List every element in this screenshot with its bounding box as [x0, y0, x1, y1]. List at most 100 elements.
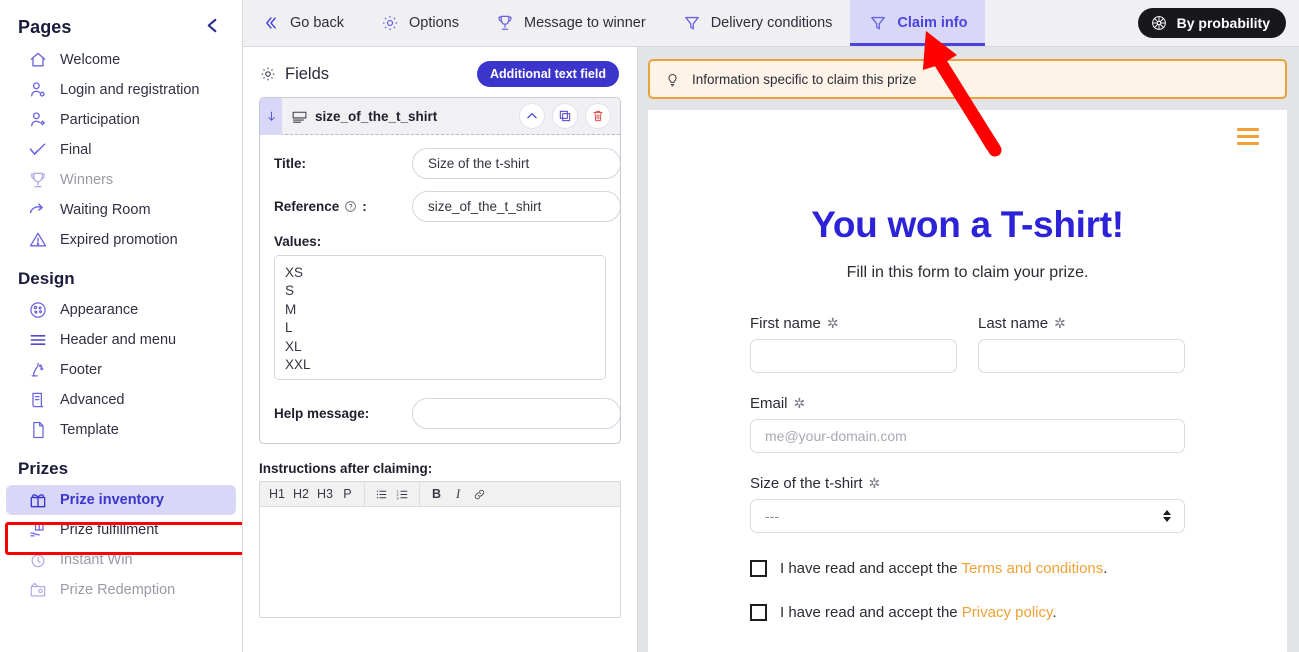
select-arrows-icon: [1163, 510, 1171, 522]
sidebar-item-prize-inventory[interactable]: Prize inventory: [6, 485, 236, 515]
field-title-input[interactable]: [412, 148, 620, 179]
sidebar-item-header-and-menu[interactable]: Header and menu: [6, 325, 236, 355]
last-name-label: Last name: [978, 315, 1049, 332]
tab-delivery-conditions[interactable]: Delivery conditions: [664, 0, 851, 46]
sidebar-item-label: Template: [60, 422, 119, 438]
link-icon[interactable]: [470, 484, 489, 505]
sidebar-item-template[interactable]: Template: [6, 415, 236, 445]
sidebar-prizes-list: Prize inventory Prize fulfillment Instan…: [0, 485, 242, 605]
double-chevron-left-icon: [261, 13, 281, 33]
gear-icon: [380, 13, 400, 33]
menu-lines-icon: [28, 330, 48, 350]
preview-panel: Information specific to claim this prize…: [638, 47, 1299, 652]
sidebar-item-login-and-registration[interactable]: Login and registration: [6, 75, 236, 105]
sidebar-item-label: Appearance: [60, 302, 139, 318]
field-card-actions: [519, 103, 611, 129]
terms-and-conditions-link[interactable]: Terms and conditions: [962, 560, 1104, 577]
first-name-input[interactable]: [750, 339, 957, 373]
privacy-policy-link[interactable]: Privacy policy: [962, 604, 1053, 621]
main-area: Go back Options Message to winner Delive…: [243, 0, 1299, 652]
sidebar-item-appearance[interactable]: Appearance: [6, 295, 236, 325]
field-values-textarea[interactable]: XS S M L XL XXL: [274, 255, 606, 380]
email-label: Email: [750, 395, 788, 412]
field-card-body: Title: Reference :: [260, 135, 620, 443]
size-select[interactable]: ---: [750, 499, 1185, 533]
last-name-input[interactable]: [978, 339, 1185, 373]
rte-italic-button[interactable]: I: [448, 484, 468, 505]
field-card-header: size_of_the_t_shirt: [260, 98, 620, 135]
sidebar-item-welcome[interactable]: Welcome: [6, 45, 236, 75]
required-marker: ✲: [868, 475, 881, 491]
waiting-icon: [28, 200, 48, 220]
sidebar-item-label: Prize fulfillment: [60, 522, 159, 538]
field-name: size_of_the_t_shirt: [315, 108, 438, 124]
tab-options[interactable]: Options: [362, 0, 477, 46]
required-marker: ✲: [1054, 315, 1066, 331]
privacy-prefix: I have read and accept the: [780, 604, 962, 621]
content-body: Fields Additional text field size_of_the…: [243, 47, 1299, 652]
user-add-icon: [28, 110, 48, 130]
sidebar-item-footer[interactable]: Footer: [6, 355, 236, 385]
fields-title-group: Fields: [259, 65, 329, 84]
rte-h3-button[interactable]: H3: [314, 484, 336, 505]
privacy-checkbox-row: I have read and accept the Privacy polic…: [750, 604, 1185, 621]
required-marker: ✲: [826, 315, 839, 331]
privacy-checkbox[interactable]: [750, 604, 767, 621]
rte-bold-button[interactable]: B: [427, 484, 446, 505]
sidebar-pages-title: Pages: [18, 17, 72, 37]
banner-text: Information specific to claim this prize: [692, 71, 917, 87]
sidebar-item-winners[interactable]: Winners: [6, 165, 236, 195]
sidebar-item-prize-redemption[interactable]: Prize Redemption: [6, 575, 236, 605]
sidebar-item-waiting-room[interactable]: Waiting Room: [6, 195, 236, 225]
preview-subtitle: Fill in this form to claim your prize.: [846, 264, 1089, 281]
hamburger-menu-icon[interactable]: [1237, 128, 1259, 149]
rte-paragraph-button[interactable]: P: [338, 484, 357, 505]
hamburger-line: [1237, 135, 1259, 138]
sidebar-item-expired-promotion[interactable]: Expired promotion: [6, 225, 236, 255]
last-name-label-group: Last name ✲: [978, 315, 1185, 332]
chevron-left-icon[interactable]: [201, 16, 224, 39]
numbered-list-icon[interactable]: 123: [393, 484, 412, 505]
duplicate-button[interactable]: [552, 103, 578, 129]
drag-down-icon[interactable]: [260, 98, 282, 135]
file-icon: [28, 420, 48, 440]
sidebar-item-instant-win[interactable]: Instant Win: [6, 545, 236, 575]
gift-hand-icon: [28, 520, 48, 540]
tab-label: Claim info: [897, 15, 968, 31]
terms-checkbox[interactable]: [750, 560, 767, 577]
select-field-icon: [291, 108, 308, 125]
sidebar-item-participation[interactable]: Participation: [6, 105, 236, 135]
terms-suffix: .: [1103, 560, 1108, 577]
collapse-button[interactable]: [519, 103, 545, 129]
trophy-icon: [28, 170, 48, 190]
redeem-icon: [28, 580, 48, 600]
by-probability-button[interactable]: By probability: [1137, 8, 1286, 38]
sidebar-prizes-title: Prizes: [18, 459, 69, 478]
field-help-input[interactable]: [412, 398, 620, 429]
additional-text-field-button[interactable]: Additional text field: [477, 61, 619, 87]
trash-icon[interactable]: [585, 103, 611, 129]
sidebar-item-advanced[interactable]: Advanced: [6, 385, 236, 415]
gift-icon: [28, 490, 48, 510]
preview-page: You won a T-shirt! Fill in this form to …: [648, 110, 1287, 652]
sidebar-item-label: Expired promotion: [60, 232, 178, 248]
rte-h1-button[interactable]: H1: [266, 484, 288, 505]
rte-h2-button[interactable]: H2: [290, 484, 312, 505]
field-reference-input[interactable]: [412, 191, 620, 222]
field-help-row: Help message:: [274, 398, 620, 429]
bullet-list-icon[interactable]: [372, 484, 391, 505]
tab-message-to-winner[interactable]: Message to winner: [477, 0, 664, 46]
email-group: Email ✲: [750, 395, 1185, 453]
sidebar-item-final[interactable]: Final: [6, 135, 236, 165]
email-input[interactable]: [750, 419, 1185, 453]
sidebar-item-prize-fulfillment[interactable]: Prize fulfillment: [6, 515, 236, 545]
fields-panel-header: Fields Additional text field: [259, 61, 621, 87]
rte-content-area[interactable]: [260, 507, 620, 617]
field-values-block: Values: XS S M L XL XXL: [274, 234, 606, 385]
tab-go-back[interactable]: Go back: [243, 0, 362, 46]
question-icon[interactable]: [344, 200, 357, 213]
sidebar-item-label: Advanced: [60, 392, 125, 408]
sidebar: Pages Welcome Login and registration Par…: [0, 0, 243, 652]
tab-claim-info[interactable]: Claim info: [850, 0, 986, 46]
